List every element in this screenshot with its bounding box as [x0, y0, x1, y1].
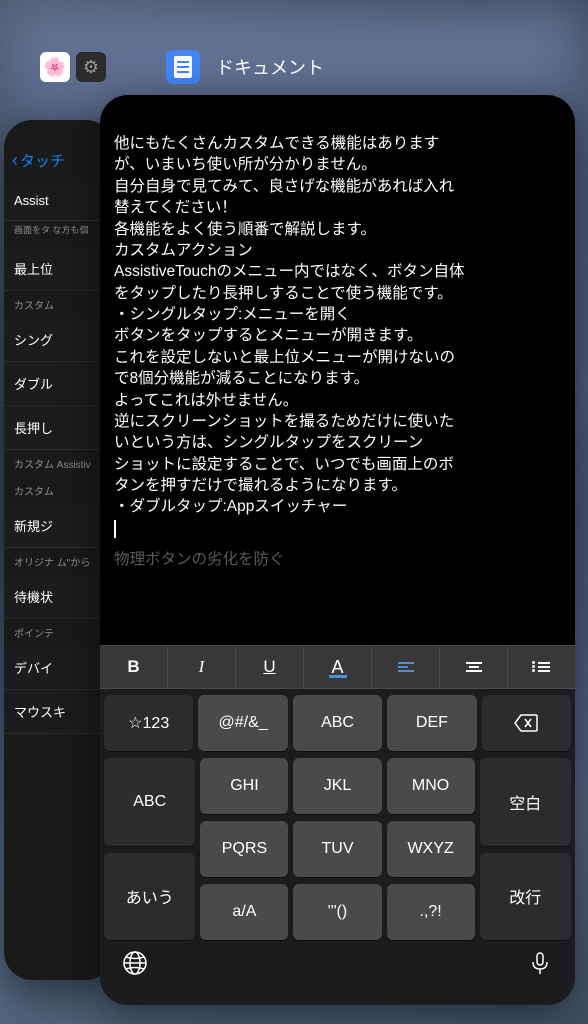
return-key[interactable]: 改行: [480, 853, 571, 941]
key[interactable]: DEF: [387, 695, 476, 751]
section-header: カスタム: [4, 477, 114, 504]
format-toolbar: B I U A: [100, 645, 575, 689]
doc-line: ボタンをタップするとメニューが開きます。: [114, 325, 561, 346]
app-switcher-card-docs[interactable]: 他にもたくさんカスタムできる機能はあります が、いまいち使い所が分かりません。 …: [100, 95, 575, 1005]
settings-item[interactable]: ダブル: [4, 362, 114, 406]
settings-item[interactable]: 新規ジ: [4, 504, 114, 548]
key[interactable]: JKL: [293, 758, 381, 814]
app-title: ドキュメント: [216, 54, 324, 80]
document-body[interactable]: 他にもたくさんカスタムできる機能はあります が、いまいち使い所が分かりません。 …: [100, 95, 575, 645]
bullet-list-button[interactable]: [508, 646, 575, 688]
italic-button[interactable]: I: [168, 646, 236, 688]
align-center-button[interactable]: [440, 646, 508, 688]
key[interactable]: GHI: [200, 758, 288, 814]
key-case[interactable]: a/A: [200, 884, 288, 940]
backspace-key[interactable]: [482, 695, 571, 751]
bold-button[interactable]: B: [100, 646, 168, 688]
doc-line: 自分自身で見てみて、良さげな機能があれば入れ: [114, 176, 561, 197]
doc-line: をタップしたり長押しすることで使う機能です。: [114, 283, 561, 304]
settings-item[interactable]: 待機状: [4, 575, 114, 619]
doc-line: 逆にスクリーンショットを撮るためだけに使いた: [114, 411, 561, 432]
doc-line: カスタムアクション: [114, 240, 561, 261]
text-cursor: [114, 518, 561, 539]
section-header: カスタム Assistiv: [4, 450, 114, 477]
space-key[interactable]: 空白: [480, 758, 571, 846]
key-mode-abc[interactable]: ABC: [104, 758, 195, 846]
doc-line: AssistiveTouchのメニュー内ではなく、ボタン自体: [114, 261, 561, 282]
mic-icon: [527, 950, 553, 976]
list-icon: [533, 662, 550, 672]
globe-key[interactable]: [122, 950, 148, 983]
settings-desc: 画面をタ な方も個: [4, 221, 114, 247]
key[interactable]: ABC: [293, 695, 382, 751]
globe-icon: [122, 950, 148, 976]
doc-line: が、いまいち使い所が分かりません。: [114, 154, 561, 175]
key-mode-kana[interactable]: あいう: [104, 853, 195, 941]
settings-item[interactable]: マウスキ: [4, 690, 114, 734]
section-header: ポインテ: [4, 619, 114, 646]
key[interactable]: MNO: [387, 758, 475, 814]
app-switcher-card-settings[interactable]: ‹ タッチ Assist 画面をタ な方も個 最上位 カスタム シング ダブル …: [4, 120, 114, 980]
doc-line: で8個分機能が減ることになります。: [114, 368, 561, 389]
key[interactable]: TUV: [293, 821, 381, 877]
doc-line: いという方は、シングルタップをスクリーン: [114, 432, 561, 453]
key[interactable]: WXYZ: [387, 821, 475, 877]
doc-line: タンを押すだけで撮れるようになります。: [114, 475, 561, 496]
keyboard: ☆123 @#/&_ ABC DEF ABC あいう GHI JKL MNO P…: [100, 689, 575, 1005]
doc-line-faded: 物理ボタンの劣化を防ぐ: [114, 549, 561, 570]
key[interactable]: .,?!: [387, 884, 475, 940]
section-header: オリジナ ム"から: [4, 548, 114, 575]
settings-item[interactable]: Assist: [4, 181, 114, 221]
key-numsym[interactable]: ☆123: [104, 695, 193, 751]
align-left-button[interactable]: [372, 646, 440, 688]
underline-button[interactable]: U: [236, 646, 304, 688]
key[interactable]: '"(): [293, 884, 381, 940]
settings-item[interactable]: 長押し: [4, 406, 114, 450]
key[interactable]: PQRS: [200, 821, 288, 877]
doc-line: 替えてください！: [114, 197, 561, 218]
doc-line: よってこれは外せません。: [114, 390, 561, 411]
section-header: カスタム: [4, 291, 114, 318]
doc-line: ・ダブルタップ:Appスイッチャー: [114, 496, 561, 517]
settings-app-icon: ⚙: [76, 52, 106, 82]
settings-item[interactable]: 最上位: [4, 247, 114, 291]
docs-app-icon: [166, 50, 200, 84]
settings-item[interactable]: シング: [4, 318, 114, 362]
doc-line: ショットに設定することで、いつでも画面上のボ: [114, 454, 561, 475]
nav-back[interactable]: ‹ タッチ: [4, 120, 114, 181]
doc-line: ・シングルタップ:メニューを開く: [114, 304, 561, 325]
chevron-left-icon: ‹: [12, 150, 18, 171]
dictation-key[interactable]: [527, 950, 553, 983]
text-color-button[interactable]: A: [304, 646, 372, 688]
doc-line: 各機能をよく使う順番で解説します。: [114, 219, 561, 240]
photos-app-icon: 🌸: [40, 52, 70, 82]
settings-item[interactable]: デバイ: [4, 646, 114, 690]
align-center-icon: [466, 662, 482, 672]
doc-line: これを設定しないと最上位メニューが開けないの: [114, 347, 561, 368]
backspace-icon: [514, 714, 538, 732]
key[interactable]: @#/&_: [198, 695, 287, 751]
align-left-icon: [398, 662, 414, 672]
doc-line: 他にもたくさんカスタムできる機能はあります: [114, 133, 561, 154]
